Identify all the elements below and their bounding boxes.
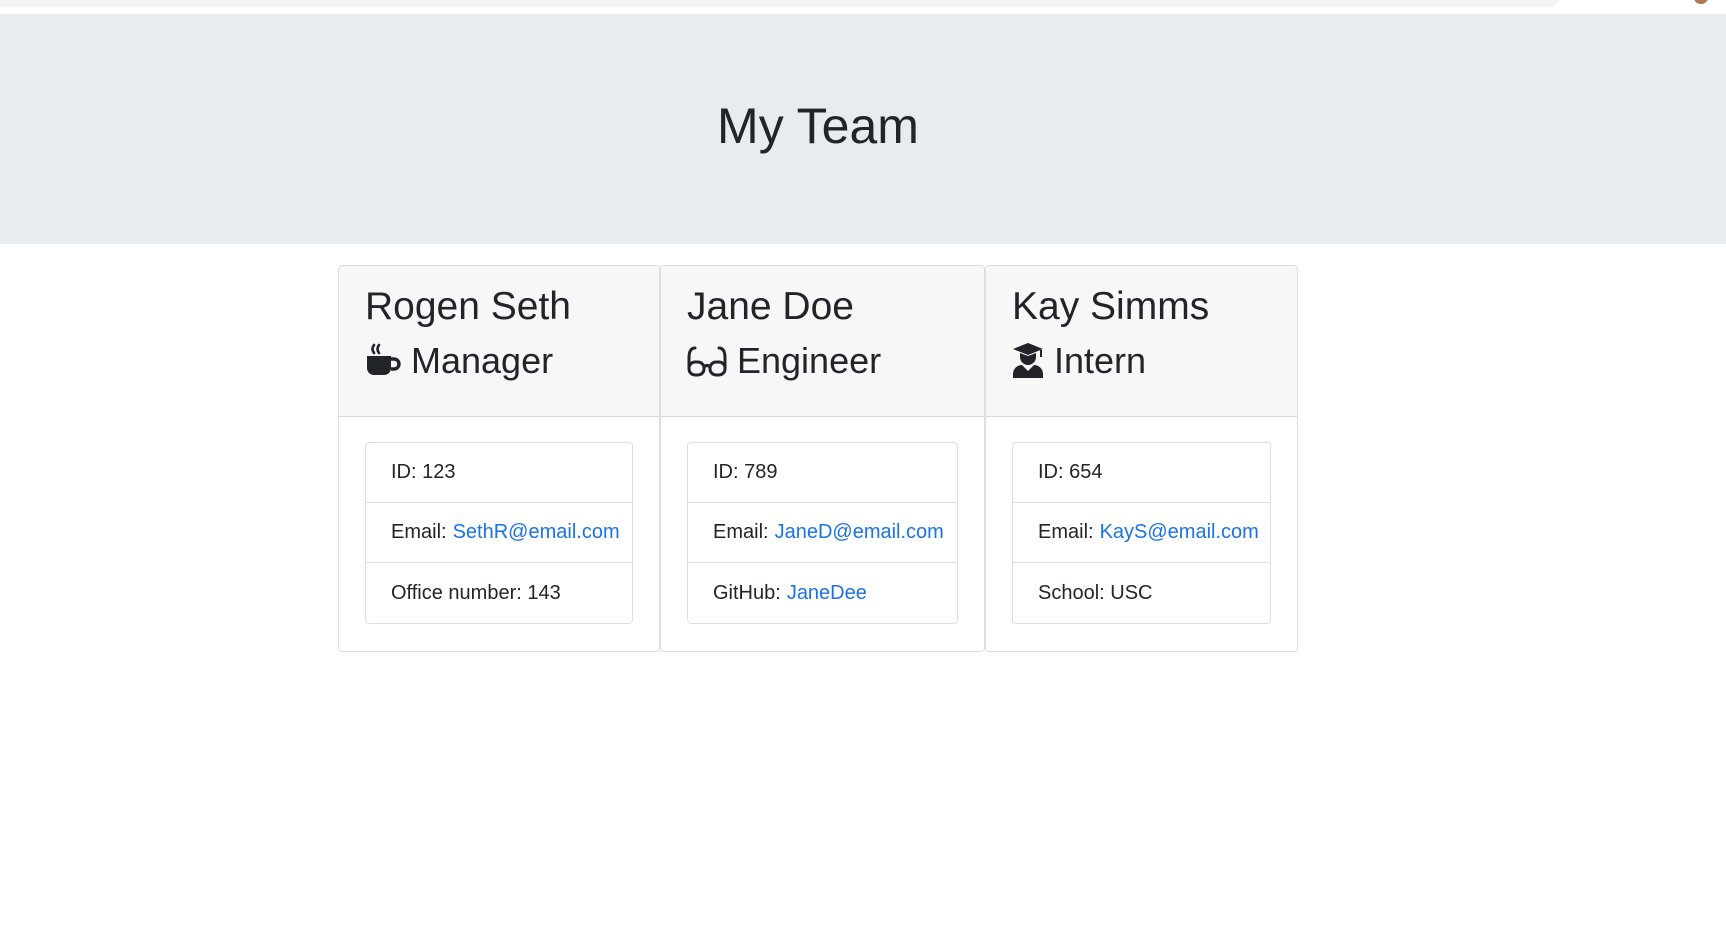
employee-card-engineer: Jane Doe Engineer ID: 789 Email: JaneD@e… <box>660 265 985 652</box>
role-label: Engineer <box>737 339 882 381</box>
card-body: ID: 789 Email: JaneD@email.com GitHub: J… <box>661 417 984 649</box>
card-header: Rogen Seth Manager <box>339 266 659 417</box>
email-item: Email: SethR@email.com <box>366 503 632 563</box>
profile-avatar[interactable] <box>1694 0 1708 4</box>
id-item: ID: 789 <box>688 443 957 503</box>
id-text: ID: 123 <box>391 461 456 483</box>
info-list: ID: 654 Email: KayS@email.com School: US… <box>1012 442 1271 624</box>
github-link[interactable]: JaneDee <box>787 582 867 605</box>
school-item: School: USC <box>1013 563 1270 623</box>
email-link[interactable]: SethR@email.com <box>453 521 620 544</box>
school-text: School: USC <box>1038 581 1153 604</box>
id-item: ID: 123 <box>366 443 632 503</box>
email-label: Email: <box>391 521 447 543</box>
employee-card-intern: Kay Simms Intern ID: 654 Email: KayS@ema… <box>985 265 1298 652</box>
info-list: ID: 789 Email: JaneD@email.com GitHub: J… <box>687 442 958 624</box>
email-link[interactable]: JaneD@email.com <box>775 521 944 544</box>
employee-role: Manager <box>365 339 633 382</box>
employee-name: Jane Doe <box>687 285 854 328</box>
employee-card-manager: Rogen Seth Manager ID: 123 Email: SethR@… <box>338 265 660 652</box>
office-number-item: Office number: 143 <box>366 563 632 623</box>
employee-name: Kay Simms <box>1012 285 1210 328</box>
browser-top-strip <box>0 0 1726 15</box>
office-number-text: Office number: 143 <box>391 581 561 604</box>
email-item: Email: JaneD@email.com <box>688 503 957 563</box>
id-item: ID: 654 <box>1013 443 1270 503</box>
page-title: My Team <box>717 98 919 154</box>
glasses-icon <box>687 342 727 378</box>
card-body: ID: 654 Email: KayS@email.com School: US… <box>986 417 1297 649</box>
coffee-mug-icon <box>365 342 401 378</box>
role-label: Manager <box>411 339 554 381</box>
info-list: ID: 123 Email: SethR@email.com Office nu… <box>365 442 633 624</box>
email-link[interactable]: KayS@email.com <box>1100 521 1259 544</box>
employee-role: Engineer <box>687 339 958 382</box>
github-label: GitHub: <box>713 581 781 604</box>
role-label: Intern <box>1054 339 1147 381</box>
card-body: ID: 123 Email: SethR@email.com Office nu… <box>339 417 659 649</box>
card-header: Jane Doe Engineer <box>661 266 984 417</box>
employee-role: Intern <box>1012 339 1271 382</box>
email-item: Email: KayS@email.com <box>1013 503 1270 563</box>
id-text: ID: 654 <box>1038 461 1103 483</box>
address-bar[interactable] <box>0 0 1558 7</box>
id-text: ID: 789 <box>713 461 778 483</box>
graduate-icon <box>1012 342 1044 379</box>
card-header: Kay Simms Intern <box>986 266 1297 417</box>
header-banner: My Team <box>0 14 1726 244</box>
github-item: GitHub: JaneDee <box>688 563 957 623</box>
email-label: Email: <box>713 521 769 543</box>
email-label: Email: <box>1038 521 1094 543</box>
employee-name: Rogen Seth <box>365 285 571 328</box>
